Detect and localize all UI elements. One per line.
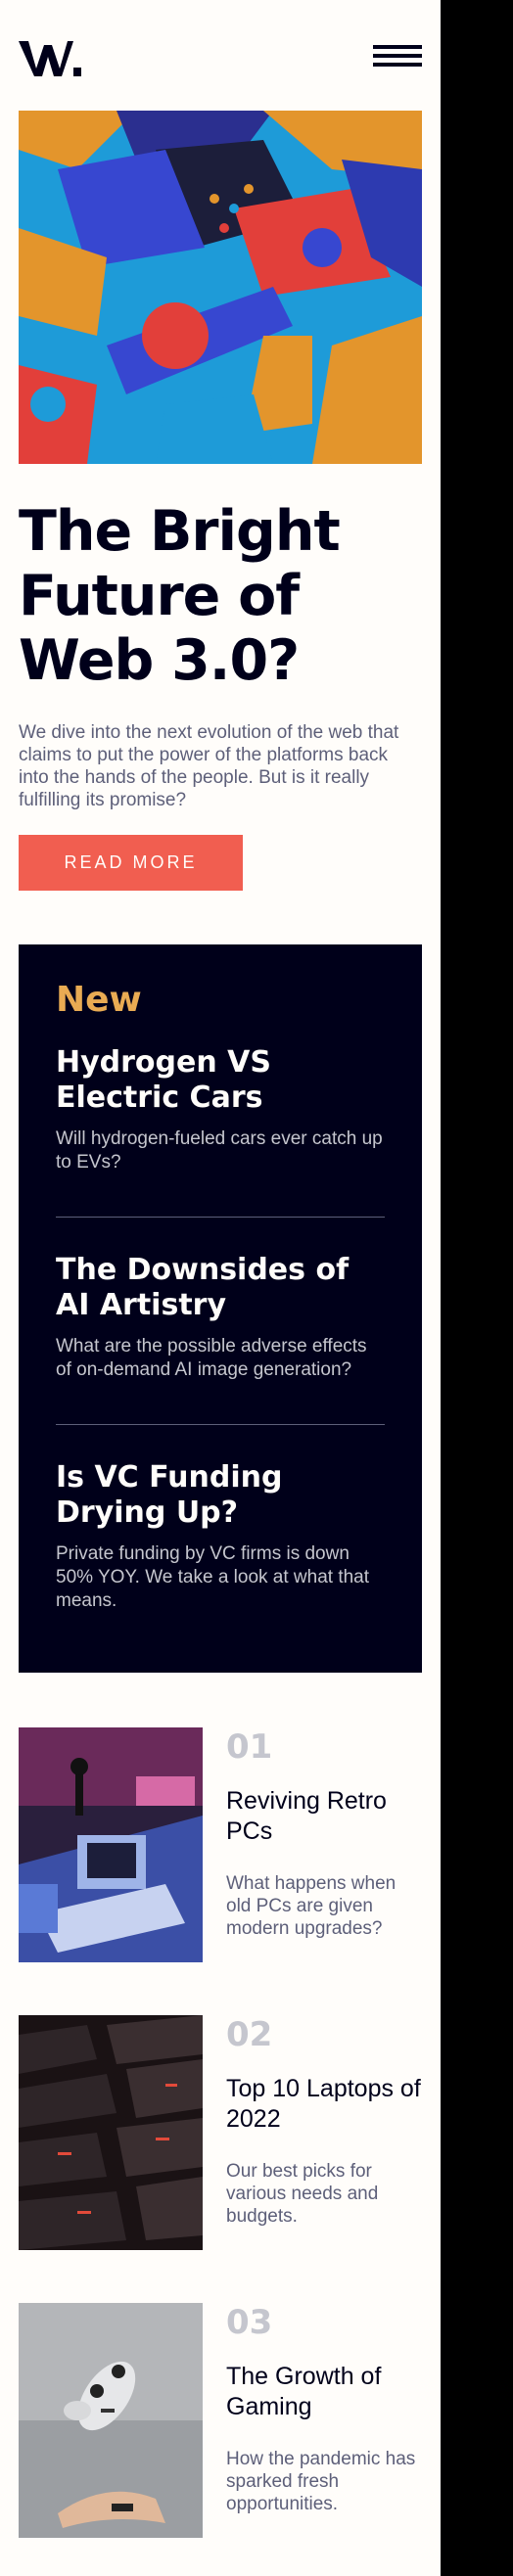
laptop-keyboard-image [19, 2015, 203, 2250]
article-title[interactable]: Reviving Retro PCs [226, 1786, 422, 1847]
divider [56, 1217, 385, 1218]
hero-description: We dive into the next evolution of the w… [19, 722, 399, 810]
new-item: The Downsides of AI Artistry What are th… [56, 1253, 385, 1382]
article-card: 03 The Growth of Gaming How the pandemic… [19, 2303, 422, 2538]
article-title[interactable]: The Growth of Gaming [226, 2362, 422, 2422]
article-card: 01 Reviving Retro PCs What happens when … [19, 1727, 422, 1962]
hero-image [19, 111, 422, 464]
article-number: 01 [226, 1727, 273, 1767]
article-title[interactable]: Top 10 Laptops of 2022 [226, 2074, 422, 2135]
header [19, 35, 422, 78]
new-heading: New [56, 980, 142, 1020]
article-number: 03 [226, 2303, 273, 2342]
new-item-title[interactable]: The Downsides of AI Artistry [56, 1253, 385, 1323]
divider [56, 1424, 385, 1425]
article-description: How the pandemic has sparked fresh oppor… [226, 2449, 416, 2514]
hero-title: The Bright Future of Web 3.0? [19, 499, 341, 693]
retro-pc-image [19, 1727, 203, 1962]
article-description: Our best picks for various needs and bud… [226, 2161, 379, 2227]
new-item-title[interactable]: Hydrogen VS Electric Cars [56, 1045, 385, 1116]
new-item-description: What are the possible adverse effects of… [56, 1336, 367, 1380]
new-item-title[interactable]: Is VC Funding Drying Up? [56, 1460, 385, 1531]
new-item: Is VC Funding Drying Up? Private funding… [56, 1460, 385, 1613]
new-articles-panel: New Hydrogen VS Electric Cars Will hydro… [19, 944, 422, 1673]
logo[interactable] [19, 35, 81, 78]
page: The Bright Future of Web 3.0? We dive in… [0, 0, 441, 2576]
article-number: 02 [226, 2015, 273, 2054]
article-card: 02 Top 10 Laptops of 2022 Our best picks… [19, 2015, 422, 2250]
new-item: Hydrogen VS Electric Cars Will hydrogen-… [56, 1045, 385, 1174]
new-item-description: Will hydrogen-fueled cars ever catch up … [56, 1128, 383, 1173]
hamburger-menu-icon[interactable] [373, 43, 422, 69]
read-more-button[interactable]: READ MORE [19, 835, 243, 891]
article-description: What happens when old PCs are given mode… [226, 1873, 396, 1939]
new-item-description: Private funding by VC firms is down 50% … [56, 1543, 370, 1611]
game-controller-image [19, 2303, 203, 2538]
